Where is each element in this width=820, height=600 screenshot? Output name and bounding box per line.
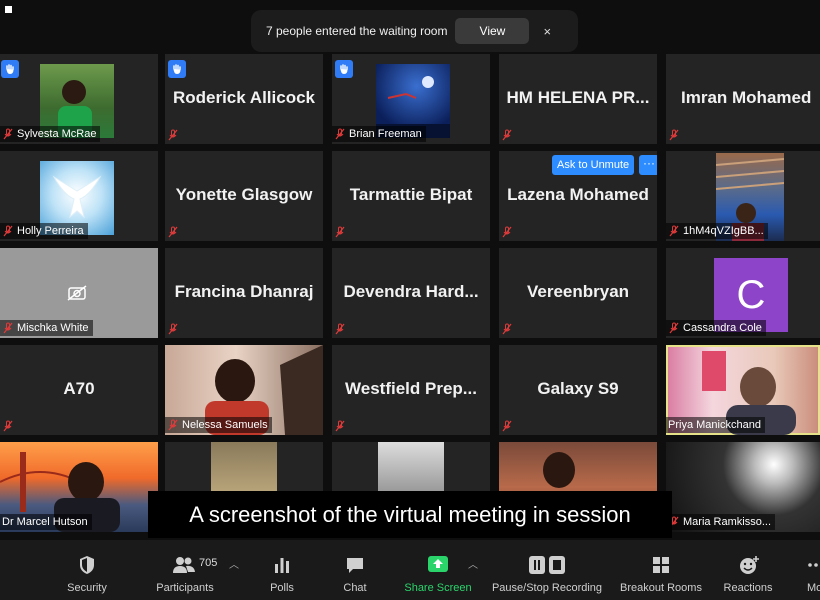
participant-name-label: Priya Manickchand [666, 417, 765, 433]
breakout-rooms-icon [653, 557, 669, 573]
participant-name-label: Nelessa Samuels [165, 417, 272, 433]
participant-display-name: Roderick Allicock [172, 87, 316, 107]
muted-mic-icon [502, 129, 512, 141]
participant-tile[interactable]: Nelessa Samuels [165, 345, 323, 435]
participants-button[interactable]: 705 Participants [150, 540, 220, 600]
muted-mic-icon [168, 129, 178, 141]
participant-display-name: Vereenbryan [526, 281, 630, 301]
breakout-rooms-button[interactable]: Breakout Rooms [617, 540, 705, 600]
share-screen-icon [428, 556, 448, 572]
window-corner-marker [5, 6, 12, 13]
meeting-toolbar: Security 705 Participants ︿ Polls Chat S… [0, 540, 820, 600]
muted-mic-icon [502, 226, 512, 238]
participant-tile[interactable]: Devendra Hard... [332, 248, 490, 338]
chat-icon [347, 558, 363, 573]
shield-icon [80, 556, 94, 574]
pause-stop-icon [529, 556, 565, 574]
participant-display-name: Tarmattie Bipat [349, 184, 473, 204]
participant-tile[interactable]: Galaxy S9 [499, 345, 657, 435]
muted-mic-icon [669, 225, 679, 237]
reactions-icon [740, 556, 759, 574]
view-waiting-room-button[interactable]: View [455, 18, 530, 44]
participant-tile[interactable]: Yonette Glasgow [165, 151, 323, 241]
participant-tile[interactable]: Mischka White [0, 248, 158, 338]
participant-tile[interactable]: Holly Perreira [0, 151, 158, 241]
participant-tile[interactable]: Ask to Unmute ··· Lazena Mohamed [499, 151, 657, 241]
participant-tile[interactable]: A70 [0, 345, 158, 435]
muted-mic-icon [3, 420, 13, 432]
muted-mic-icon [335, 323, 345, 335]
caption-overlay: A screenshot of the virtual meeting in s… [148, 491, 672, 538]
active-speaker-tile[interactable]: Priya Manickchand [666, 345, 820, 435]
participant-tile[interactable]: Roderick Allicock [165, 54, 323, 144]
participant-name-label: Cassandra Cole [666, 320, 766, 336]
participant-tile[interactable]: HM HELENA PR... [499, 54, 657, 144]
participant-display-name: A70 [63, 378, 95, 398]
participant-display-name: Lazena Mohamed [507, 184, 649, 204]
participant-display-name: HM HELENA PR... [506, 87, 650, 107]
more-icon [808, 563, 818, 567]
pause-stop-recording-button[interactable]: Pause/Stop Recording [488, 540, 606, 600]
muted-mic-icon [335, 420, 345, 432]
raised-hand-icon [168, 60, 186, 78]
participant-name-label: 1hM4qVZIgBB... [666, 223, 768, 239]
participant-display-name: Imran Mohamed [681, 87, 812, 107]
participant-tile[interactable]: Maria Ramkisso... [666, 442, 820, 532]
close-notification-button[interactable]: × [543, 24, 551, 39]
more-options-button[interactable]: ··· [639, 155, 657, 175]
muted-mic-icon [168, 419, 178, 431]
muted-mic-icon [502, 323, 512, 335]
muted-mic-icon [335, 128, 345, 140]
ask-to-unmute-button[interactable]: Ask to Unmute [552, 155, 635, 175]
muted-mic-icon [3, 225, 13, 237]
muted-mic-icon [502, 420, 512, 432]
participants-icon [173, 557, 195, 573]
participant-video [211, 442, 277, 492]
chat-button[interactable]: Chat [335, 540, 375, 600]
participant-name-label: Sylvesta McRae [0, 126, 101, 142]
muted-mic-icon [168, 226, 178, 238]
muted-mic-icon [669, 322, 679, 334]
video-grid: Sylvesta McRae Roderick Allicock Brian F… [0, 0, 820, 540]
participant-tile[interactable]: Francina Dhanraj [165, 248, 323, 338]
muted-mic-icon [3, 322, 13, 334]
participant-name-label: Holly Perreira [0, 223, 88, 239]
participant-name-label: Mischka White [0, 320, 93, 336]
camera-off-icon [67, 285, 87, 301]
muted-mic-icon [669, 129, 679, 141]
waiting-room-notification: 7 people entered the waiting room View × [251, 10, 578, 52]
polls-button[interactable]: Polls [260, 540, 304, 600]
participant-tile[interactable]: Brian Freeman [332, 54, 490, 144]
participant-tile[interactable]: Tarmattie Bipat [332, 151, 490, 241]
muted-mic-icon [3, 128, 13, 140]
muted-mic-icon [168, 323, 178, 335]
share-chevron-up-icon[interactable]: ︿ [468, 556, 478, 571]
notification-text: 7 people entered the waiting room [266, 24, 448, 38]
participant-tile[interactable]: Vereenbryan [499, 248, 657, 338]
raised-hand-icon [1, 60, 19, 78]
polls-icon [275, 558, 289, 573]
participant-name-label: Brian Freeman [332, 126, 426, 142]
participant-display-name: Westfield Prep... [345, 378, 477, 398]
participant-tile[interactable]: 1hM4qVZIgBB... [666, 151, 820, 241]
participants-chevron-up-icon[interactable]: ︿ [229, 556, 239, 571]
raised-hand-icon [335, 60, 353, 78]
participant-tile[interactable]: Sylvesta McRae [0, 54, 158, 144]
participant-name-label: Maria Ramkisso... [666, 514, 776, 530]
share-screen-button[interactable]: Share Screen [400, 540, 476, 600]
participant-display-name: Yonette Glasgow [175, 184, 313, 204]
participant-tile[interactable]: C Cassandra Cole [666, 248, 820, 338]
muted-mic-icon [335, 226, 345, 238]
participant-display-name: Devendra Hard... [343, 281, 479, 301]
security-button[interactable]: Security [57, 540, 117, 600]
participant-tile[interactable]: Dr Marcel Hutson [0, 442, 158, 532]
more-button[interactable]: Mo [804, 540, 820, 600]
participant-display-name: Galaxy S9 [537, 378, 619, 398]
participant-tile[interactable]: Imran Mohamed [666, 54, 820, 144]
participant-video [378, 442, 444, 492]
reactions-button[interactable]: Reactions [718, 540, 778, 600]
participant-tile[interactable]: Westfield Prep... [332, 345, 490, 435]
participant-display-name: Francina Dhanraj [174, 281, 314, 301]
participant-name-label: Dr Marcel Hutson [0, 514, 92, 530]
